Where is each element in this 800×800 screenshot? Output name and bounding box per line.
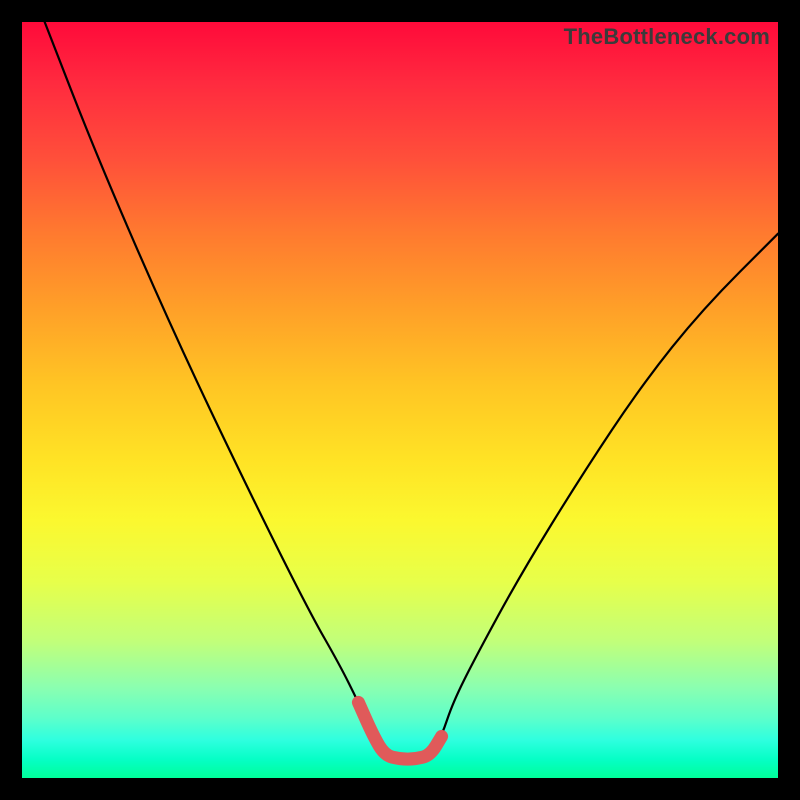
plot-area: TheBottleneck.com	[22, 22, 778, 778]
chart-svg	[22, 22, 778, 778]
red-bottom-segment	[358, 702, 441, 759]
chart-frame: TheBottleneck.com	[0, 0, 800, 800]
black-curve	[45, 22, 778, 759]
